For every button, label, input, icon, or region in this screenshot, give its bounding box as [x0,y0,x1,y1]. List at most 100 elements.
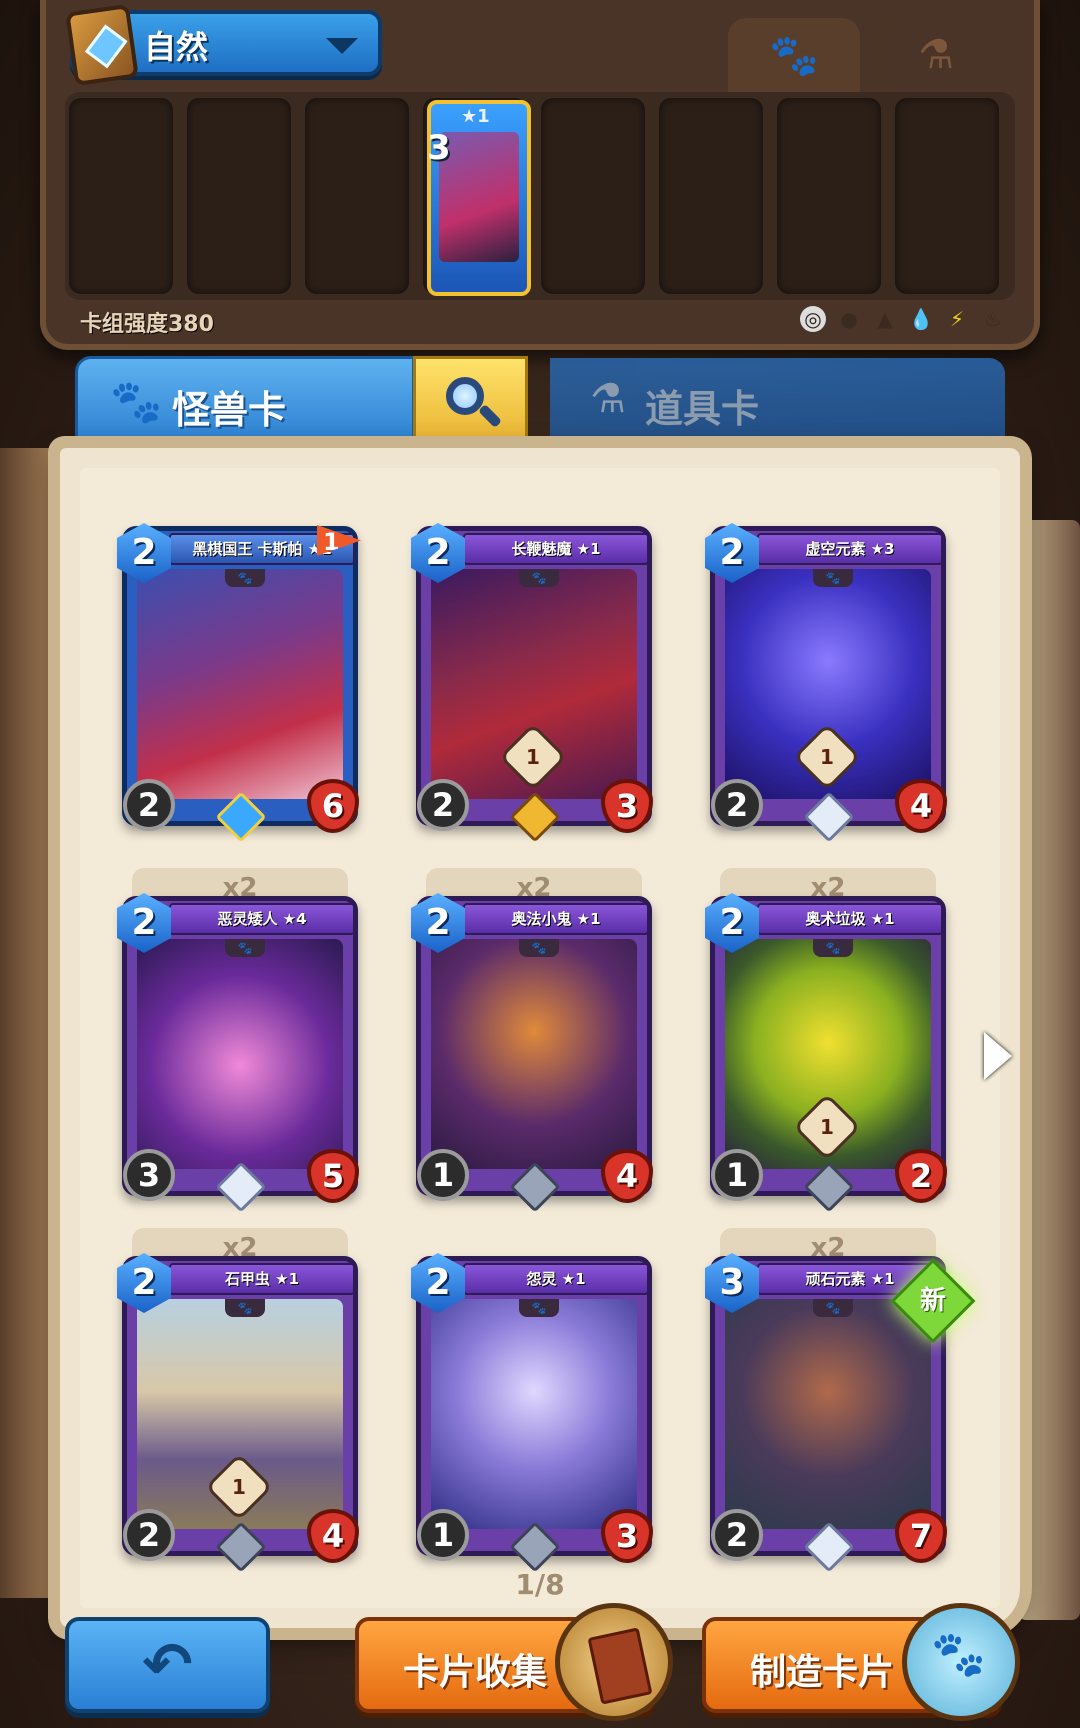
beast-icon[interactable]: ▲ [872,306,898,332]
card-collection-icon [555,1603,673,1721]
card-frame: 顽石元素 ★1 🐾 3 新 2 7 [705,1253,976,1573]
card-art [725,1299,931,1529]
card-attack: 3 [123,1149,175,1201]
deck-tab-items[interactable]: ⚗ [870,18,1002,92]
deck-card[interactable]: ★1 3 [427,100,531,296]
card-frame: 恶灵矮人 ★4 🐾 2 3 5 [117,893,359,1213]
tab-monster-cards[interactable]: 🐾 怪兽卡 [75,356,415,448]
deck-slot[interactable] [187,98,291,294]
card-frame: 怨灵 ★1 🐾 2 1 3 [411,1253,653,1573]
paw-icon: 🐾 [519,569,559,587]
paw-icon: 🐾 [813,939,853,957]
spellbook-icon [65,3,139,87]
card-art [431,1299,637,1529]
book-pages-right [1018,520,1080,1620]
deck-slot[interactable] [895,98,999,294]
potion-icon: ⚗ [590,376,626,422]
card-frame: 奥术垃圾 ★1 🐾 2 1 1 2 [705,893,947,1213]
card-rarity: ★1 [461,106,490,127]
card-health: 2 [895,1149,947,1203]
deck-builder-screen: 自然 🐾 ⚗ ★1 3 卡组强度380 ◎ ● ▲ 💧 ⚡ ♨ 🐾 怪兽卡 ⚗ … [0,0,1080,1728]
card-collection-button[interactable]: 卡片收集 [355,1603,673,1721]
deck-slot[interactable] [541,98,645,294]
book-spine-left [0,448,66,1598]
collection-card[interactable]: x2 奥法小鬼 ★1 🐾 2 1 4 [411,868,653,1216]
gold-gem-icon [509,791,561,843]
paw-icon: 🐾 [225,1299,265,1317]
card-art [137,569,343,799]
paw-icon: 🐾 [813,1299,853,1317]
collection-card[interactable]: 黑棋国王 卡斯帕 ★1 🐾 2 1 2 6 [117,523,361,846]
deck-slot[interactable] [659,98,763,294]
card-attack: 2 [711,1509,763,1561]
card-health: 3 [601,1509,653,1563]
star-gem-icon [215,791,267,843]
card-name: 长鞭魅魔 ★1 [463,533,649,565]
paw-icon: 🐾 [225,569,265,587]
collection-card[interactable]: 虚空元素 ★3 🐾 2 1 2 4 [705,523,947,846]
back-arrow-icon: ↶ [142,1630,193,1700]
card-frame: 石甲虫 ★1 🐾 2 1 2 4 [117,1253,359,1573]
card-attack: 1 [417,1149,469,1201]
card-name: 虚空元素 ★3 [757,533,943,565]
craft-card-button[interactable]: 制造卡片 🐾 [702,1603,1020,1721]
back-button[interactable]: ↶ [65,1617,270,1713]
lightning-icon[interactable]: ⚡ [944,306,970,332]
deck-tab-monsters[interactable]: 🐾 [728,18,860,92]
paw-icon: 🐾 [110,377,163,426]
deck-power: 卡组强度380 [80,312,214,337]
fire-icon[interactable]: ♨ [980,306,1006,332]
card-frame: 黑棋国王 卡斯帕 ★1 🐾 2 1 2 6 [117,523,361,843]
card-health: 6 [307,779,359,833]
search-button[interactable] [413,356,528,448]
card-attack: 2 [123,1509,175,1561]
card-health: 3 [601,779,653,833]
collection-card[interactable]: 长鞭魅魔 ★1 🐾 2 1 2 3 [411,523,653,846]
deck-slot[interactable] [305,98,409,294]
grey-gem-icon [509,1521,561,1573]
collection-card[interactable]: 怨灵 ★1 🐾 2 1 3 [411,1253,653,1576]
deck-slot[interactable] [69,98,173,294]
deck-name: 自然 [144,28,209,66]
collection-card[interactable]: x2 奥术垃圾 ★1 🐾 2 1 1 2 [705,868,947,1216]
tab-label: 道具卡 [645,387,760,431]
card-health: 4 [895,779,947,833]
paw-icon: 🐾 [813,569,853,587]
craft-potion-icon: 🐾 [902,1603,1020,1721]
card-art [431,939,637,1169]
tab-label: 怪兽卡 [172,388,287,432]
card-name: 怨灵 ★1 [463,1263,649,1295]
white-gem-icon [215,1161,267,1213]
card-attack: 2 [123,779,175,831]
deck-slot[interactable] [777,98,881,294]
demon-icon[interactable]: ● [836,306,862,332]
grey-gem-icon [215,1521,267,1573]
collection-card[interactable]: x2 石甲虫 ★1 🐾 2 1 2 4 [117,1228,359,1576]
deck-select-dropdown[interactable]: 自然 [65,3,382,87]
collection-card[interactable]: x2 恶灵矮人 ★4 🐾 2 3 5 [117,868,359,1216]
card-art [137,939,343,1169]
card-health: 4 [307,1509,359,1563]
paw-icon: 🐾 [519,1299,559,1317]
potion-icon: ⚗ [918,32,954,78]
next-page-arrow-icon[interactable] [984,1032,1012,1080]
paw-icon: 🐾 [769,32,819,79]
neutral-icon[interactable]: ◎ [800,306,826,332]
water-icon[interactable]: 💧 [908,306,934,332]
card-attack: 2 [711,779,763,831]
card-frame: 虚空元素 ★3 🐾 2 1 2 4 [705,523,947,843]
collection-card[interactable]: x2 顽石元素 ★1 🐾 3 新 2 7 [705,1228,976,1576]
grey-gem-icon [803,1161,855,1213]
paw-icon: 🐾 [519,939,559,957]
button-label: 卡片收集 [403,1652,548,1693]
card-name: 石甲虫 ★1 [169,1263,355,1295]
card-name: 奥法小鬼 ★1 [463,903,649,935]
page-indicator: 1/8 [515,1568,565,1601]
element-filter: ◎ ● ▲ 💧 ⚡ ♨ [800,306,1006,332]
card-name: 恶灵矮人 ★4 [169,903,355,935]
grey-gem-icon [509,1161,561,1213]
search-icon [444,375,502,429]
tab-item-cards[interactable]: ⚗ 道具卡 [550,358,1005,448]
card-attack: 1 [417,1509,469,1561]
card-attack: 2 [417,779,469,831]
